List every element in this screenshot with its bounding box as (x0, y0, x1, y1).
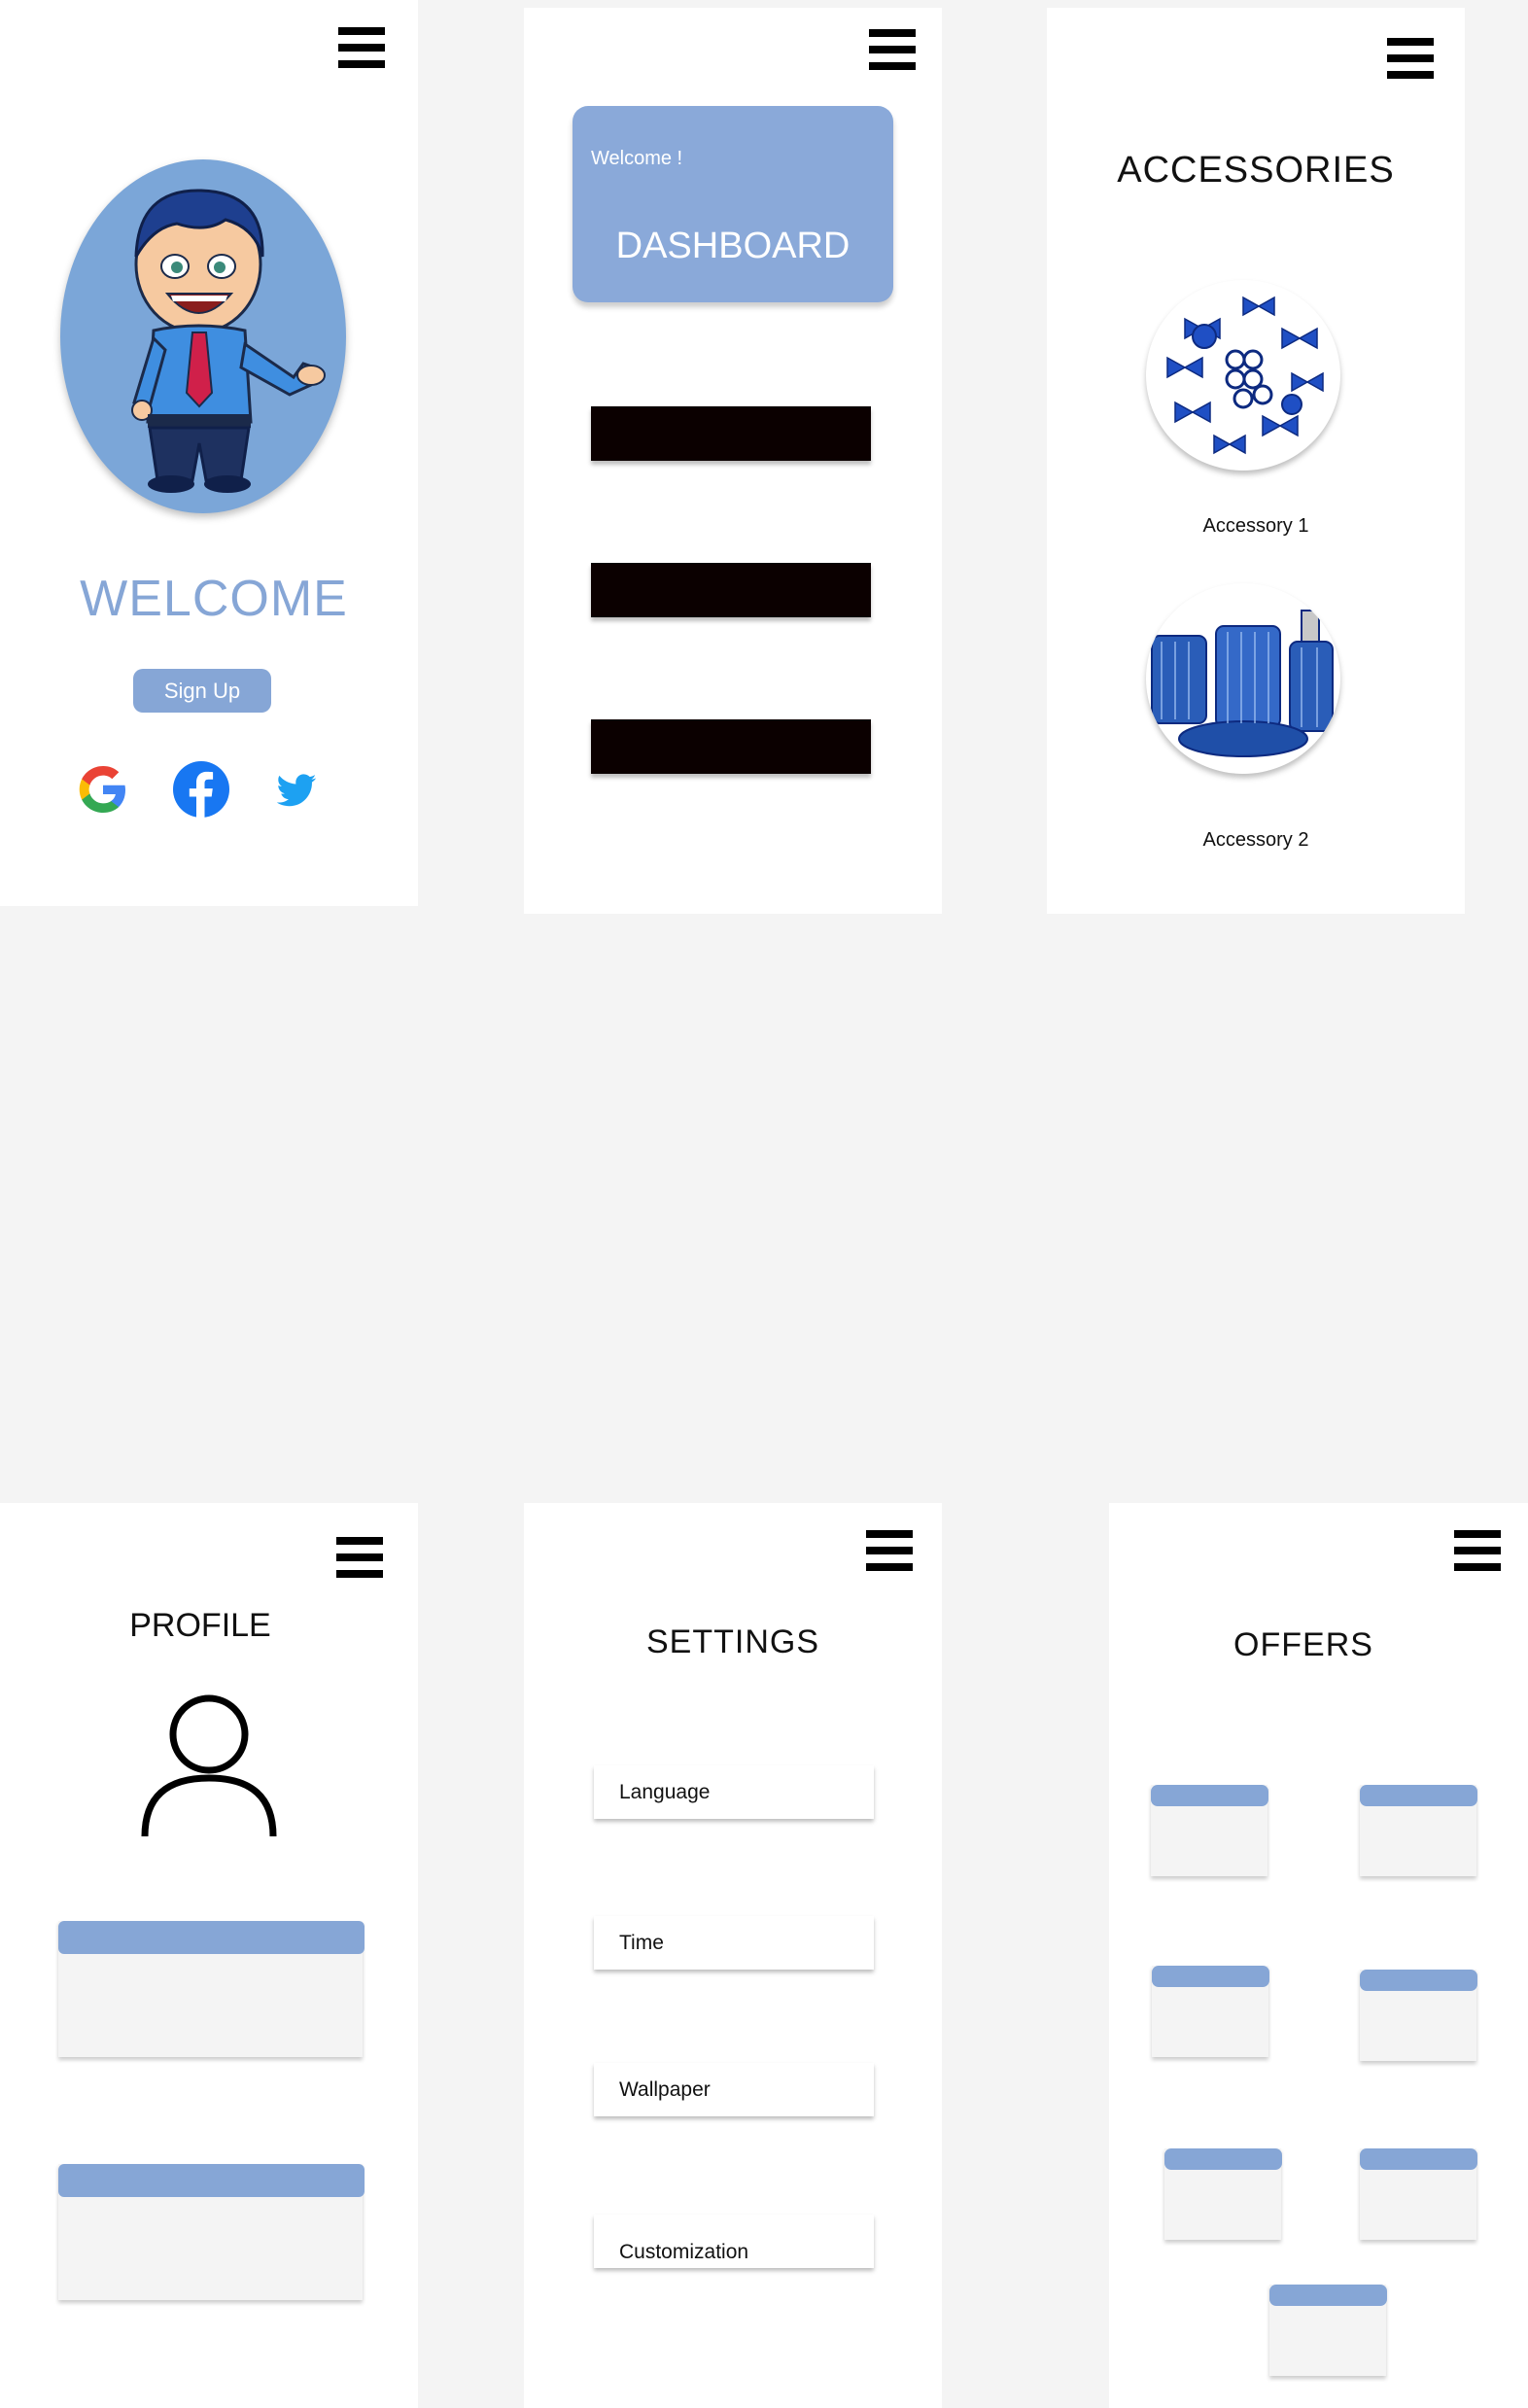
dashboard-title: DASHBOARD (615, 226, 851, 266)
settings-screen: SETTINGS Language Time Wallpaper Customi… (524, 1503, 942, 2408)
twitter-icon[interactable] (275, 770, 318, 813)
accessories-screen: ACCESSORIES Accessory 1 Accessory 2 (1047, 8, 1465, 914)
offer-card-header (1151, 1785, 1268, 1806)
settings-title: SETTINGS (645, 1623, 820, 1660)
accessory-1-label[interactable]: Accessory 1 (1047, 515, 1465, 538)
dashboard-screen: Welcome ! DASHBOARD (524, 8, 942, 914)
offers-screen: OFFERS (1109, 1503, 1528, 2408)
welcome-title: WELCOME (80, 571, 348, 627)
offer-card[interactable] (1360, 1785, 1477, 1876)
welcome-screen: WELCOME Sign Up (0, 0, 418, 906)
offer-card-header (1164, 2148, 1282, 2170)
accessory-1-image[interactable] (1146, 280, 1340, 471)
menu-icon[interactable] (1454, 1530, 1501, 1571)
dashboard-bar-1[interactable] (591, 406, 871, 461)
profile-card-2[interactable] (58, 2164, 365, 2300)
profile-card-header (58, 2164, 365, 2197)
offer-card[interactable] (1152, 1966, 1269, 2057)
offer-card-header (1360, 1785, 1477, 1806)
accessory-2-image[interactable] (1146, 583, 1340, 774)
offer-card[interactable] (1360, 1970, 1477, 2061)
settings-item-customization[interactable]: Customization (594, 2215, 874, 2268)
profile-card-header (58, 1921, 365, 1954)
avatar (60, 159, 346, 513)
offer-card[interactable] (1164, 2148, 1282, 2240)
offers-title: OFFERS (1233, 1626, 1373, 1663)
menu-icon[interactable] (336, 1537, 383, 1578)
user-icon (141, 1694, 277, 1837)
dashboard-bar-2[interactable] (591, 563, 871, 617)
glass-bath-set-icon (1151, 610, 1334, 757)
offer-card-header (1360, 2148, 1477, 2170)
offer-card-header (1152, 1966, 1269, 1987)
profile-card-1[interactable] (58, 1921, 365, 2057)
menu-icon[interactable] (866, 1530, 913, 1571)
facebook-icon[interactable] (172, 760, 230, 819)
menu-icon[interactable] (338, 27, 385, 68)
menu-icon[interactable] (869, 29, 916, 70)
offer-card[interactable] (1269, 2285, 1387, 2376)
accessory-2-label[interactable]: Accessory 2 (1047, 829, 1465, 852)
settings-item-wallpaper[interactable]: Wallpaper (594, 2063, 874, 2116)
offer-card[interactable] (1360, 2148, 1477, 2240)
cartoon-man-icon (131, 189, 326, 493)
profile-screen: PROFILE (0, 1503, 418, 2408)
menu-icon[interactable] (1387, 38, 1434, 79)
hair-bows-icon (1166, 296, 1324, 455)
offer-card[interactable] (1151, 1785, 1268, 1876)
offer-card-header (1360, 1970, 1477, 1991)
dashboard-card[interactable]: Welcome ! DASHBOARD (573, 106, 893, 302)
settings-item-time[interactable]: Time (594, 1916, 874, 1970)
dashboard-bar-3[interactable] (591, 719, 871, 774)
accessories-title: ACCESSORIES (1117, 150, 1395, 191)
offer-card-header (1269, 2285, 1387, 2306)
settings-item-language[interactable]: Language (594, 1765, 874, 1819)
google-icon[interactable] (74, 760, 132, 819)
dashboard-greeting: Welcome ! (591, 148, 683, 169)
sign-up-button[interactable]: Sign Up (133, 669, 271, 713)
profile-title: PROFILE (129, 1607, 271, 1644)
